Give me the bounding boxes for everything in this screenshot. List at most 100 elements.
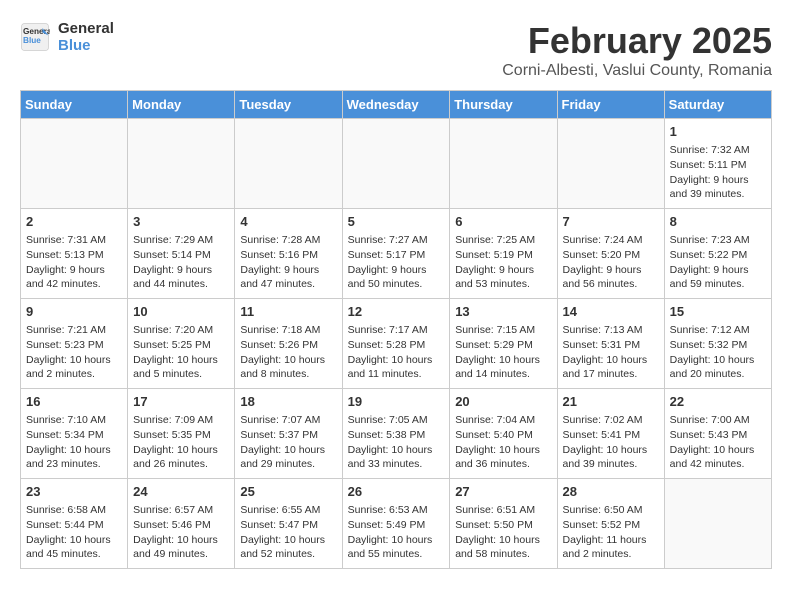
day-info: Sunset: 5:17 PM [348, 248, 445, 263]
day-number: 5 [348, 213, 445, 231]
day-info: Sunrise: 6:51 AM [455, 503, 551, 518]
day-number: 28 [563, 483, 659, 501]
day-header-sunday: Sunday [21, 91, 128, 119]
day-info: Sunrise: 7:25 AM [455, 233, 551, 248]
day-header-wednesday: Wednesday [342, 91, 450, 119]
day-info: Sunrise: 7:21 AM [26, 323, 122, 338]
svg-text:Blue: Blue [23, 36, 41, 45]
day-info: Daylight: 11 hours and 2 minutes. [563, 533, 659, 562]
title-block: February 2025 Corni-Albesti, Vaslui Coun… [502, 20, 772, 80]
calendar-cell [342, 119, 450, 209]
day-number: 18 [240, 393, 336, 411]
day-info: Sunrise: 7:24 AM [563, 233, 659, 248]
day-info: Sunset: 5:35 PM [133, 428, 229, 443]
calendar-cell: 26Sunrise: 6:53 AMSunset: 5:49 PMDayligh… [342, 479, 450, 569]
calendar-cell: 18Sunrise: 7:07 AMSunset: 5:37 PMDayligh… [235, 389, 342, 479]
day-info: Daylight: 10 hours and 5 minutes. [133, 353, 229, 382]
day-number: 27 [455, 483, 551, 501]
day-info: Sunrise: 7:13 AM [563, 323, 659, 338]
day-info: Sunset: 5:41 PM [563, 428, 659, 443]
day-info: Sunset: 5:52 PM [563, 518, 659, 533]
location-subtitle: Corni-Albesti, Vaslui County, Romania [502, 62, 772, 80]
day-info: Daylight: 10 hours and 26 minutes. [133, 443, 229, 472]
day-info: Sunrise: 7:18 AM [240, 323, 336, 338]
calendar-cell: 28 Sunrise: 6:50 AMSunset: 5:52 PMDayligh… [557, 479, 664, 569]
day-info: Sunset: 5:32 PM [670, 338, 766, 353]
day-number: 3 [133, 213, 229, 231]
day-info: Daylight: 9 hours and 44 minutes. [133, 263, 229, 292]
calendar-week-5: 23Sunrise: 6:58 AMSunset: 5:44 PMDayligh… [21, 479, 772, 569]
day-number: 15 [670, 303, 766, 321]
day-number: 20 [455, 393, 551, 411]
logo-line1: General [58, 20, 114, 37]
day-info: Daylight: 10 hours and 39 minutes. [563, 443, 659, 472]
calendar-cell [450, 119, 557, 209]
calendar-cell: 20Sunrise: 7:04 AMSunset: 5:40 PMDayligh… [450, 389, 557, 479]
day-number: 9 [26, 303, 122, 321]
calendar-cell: 14Sunrise: 7:13 AMSunset: 5:31 PMDayligh… [557, 299, 664, 389]
day-info: Sunrise: 7:23 AM [670, 233, 766, 248]
day-info: Daylight: 9 hours and 53 minutes. [455, 263, 551, 292]
day-number: 10 [133, 303, 229, 321]
day-number: 11 [240, 303, 336, 321]
day-info: Daylight: 10 hours and 52 minutes. [240, 533, 336, 562]
day-info: Sunrise: 7:09 AM [133, 413, 229, 428]
day-info: Sunset: 5:43 PM [670, 428, 766, 443]
day-info: Sunrise: 7:07 AM [240, 413, 336, 428]
day-info: Sunrise: 7:27 AM [348, 233, 445, 248]
calendar-cell [664, 479, 771, 569]
calendar-cell [21, 119, 128, 209]
day-info: Sunset: 5:28 PM [348, 338, 445, 353]
day-number: 24 [133, 483, 229, 501]
day-info: Sunset: 5:25 PM [133, 338, 229, 353]
day-info: Sunset: 5:16 PM [240, 248, 336, 263]
day-info: Sunrise: 7:00 AM [670, 413, 766, 428]
day-number: 21 [563, 393, 659, 411]
calendar-cell: 6 Sunrise: 7:25 AMSunset: 5:19 PMDaylight… [450, 209, 557, 299]
calendar-cell: 10 Sunrise: 7:20 AMSunset: 5:25 PMDayligh… [128, 299, 235, 389]
day-number: 17 [133, 393, 229, 411]
day-info: Daylight: 9 hours and 50 minutes. [348, 263, 445, 292]
day-info: Daylight: 10 hours and 58 minutes. [455, 533, 551, 562]
calendar-cell: 4Sunrise: 7:28 AMSunset: 5:16 PMDaylight… [235, 209, 342, 299]
day-info: Sunrise: 7:10 AM [26, 413, 122, 428]
calendar-week-3: 9Sunrise: 7:21 AMSunset: 5:23 PMDaylight… [21, 299, 772, 389]
day-info: Sunrise: 7:20 AM [133, 323, 229, 338]
day-info: Sunset: 5:38 PM [348, 428, 445, 443]
calendar-cell: 2Sunrise: 7:31 AMSunset: 5:13 PMDaylight… [21, 209, 128, 299]
day-info: Daylight: 9 hours and 39 minutes. [670, 173, 766, 202]
day-info: Sunset: 5:34 PM [26, 428, 122, 443]
day-header-monday: Monday [128, 91, 235, 119]
day-info: Daylight: 10 hours and 36 minutes. [455, 443, 551, 472]
calendar-cell: 8Sunrise: 7:23 AMSunset: 5:22 PMDaylight… [664, 209, 771, 299]
calendar-cell: 24Sunrise: 6:57 AMSunset: 5:46 PMDayligh… [128, 479, 235, 569]
calendar-cell: 19Sunrise: 7:05 AMSunset: 5:38 PMDayligh… [342, 389, 450, 479]
day-info: Sunset: 5:20 PM [563, 248, 659, 263]
day-info: Sunset: 5:26 PM [240, 338, 336, 353]
day-number: 2 [26, 213, 122, 231]
logo-icon: General Blue [20, 22, 50, 52]
calendar-cell: 1Sunrise: 7:32 AMSunset: 5:11 PMDaylight… [664, 119, 771, 209]
day-info: Sunrise: 7:04 AM [455, 413, 551, 428]
day-number: 16 [26, 393, 122, 411]
calendar-cell: 16Sunrise: 7:10 AMSunset: 5:34 PMDayligh… [21, 389, 128, 479]
calendar-week-1: 1Sunrise: 7:32 AMSunset: 5:11 PMDaylight… [21, 119, 772, 209]
day-info: Sunset: 5:19 PM [455, 248, 551, 263]
day-number: 7 [563, 213, 659, 231]
day-info: Sunrise: 7:15 AM [455, 323, 551, 338]
calendar-cell: 25Sunrise: 6:55 AMSunset: 5:47 PMDayligh… [235, 479, 342, 569]
day-header-tuesday: Tuesday [235, 91, 342, 119]
day-number: 26 [348, 483, 445, 501]
calendar-cell: 21Sunrise: 7:02 AMSunset: 5:41 PMDayligh… [557, 389, 664, 479]
logo-line2: Blue [58, 37, 114, 54]
day-info: Daylight: 10 hours and 42 minutes. [670, 443, 766, 472]
day-info: Sunrise: 6:50 AM [563, 503, 659, 518]
day-info: Daylight: 9 hours and 59 minutes. [670, 263, 766, 292]
calendar-cell: 3Sunrise: 7:29 AMSunset: 5:14 PMDaylight… [128, 209, 235, 299]
calendar-cell: 12Sunrise: 7:17 AMSunset: 5:28 PMDayligh… [342, 299, 450, 389]
day-info: Daylight: 10 hours and 49 minutes. [133, 533, 229, 562]
days-header-row: SundayMondayTuesdayWednesdayThursdayFrid… [21, 91, 772, 119]
day-number: 6 [455, 213, 551, 231]
day-info: Daylight: 9 hours and 42 minutes. [26, 263, 122, 292]
day-number: 1 [670, 123, 766, 141]
